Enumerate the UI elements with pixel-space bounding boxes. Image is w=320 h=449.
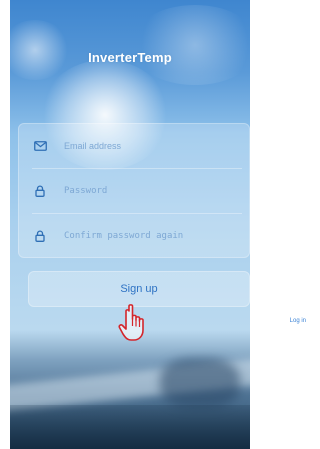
signup-button-label: Sign up <box>120 283 158 295</box>
login-link[interactable]: Log in <box>290 318 306 324</box>
password-input[interactable] <box>64 185 234 196</box>
signup-form <box>18 123 250 258</box>
signup-button[interactable]: Sign up <box>28 271 250 307</box>
lock-icon <box>32 228 48 244</box>
lock-icon <box>32 183 48 199</box>
background-scene <box>10 405 250 449</box>
hand-pointer-icon <box>117 303 151 343</box>
email-input[interactable] <box>64 140 234 151</box>
envelope-icon <box>32 138 48 154</box>
confirm-password-input[interactable] <box>64 230 234 241</box>
background-scene <box>160 358 240 408</box>
email-row <box>18 123 250 168</box>
confirm-password-row <box>18 213 250 258</box>
app-title: InverterTemp <box>88 50 172 65</box>
password-row <box>18 168 250 213</box>
